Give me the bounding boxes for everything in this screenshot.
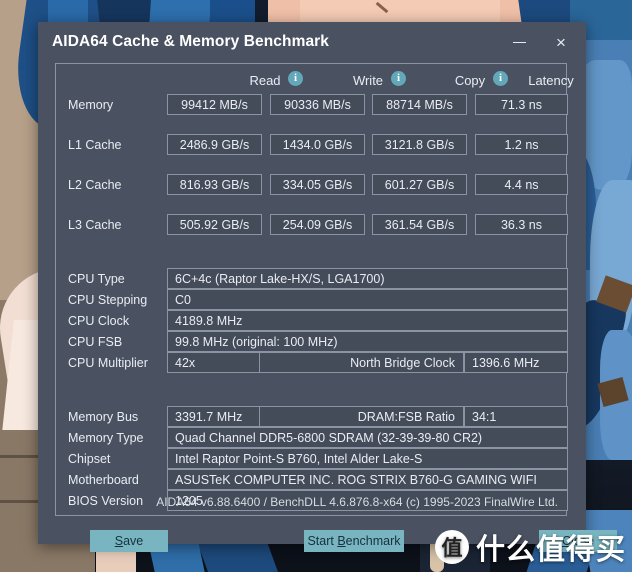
motherboard-value: ASUSTeK COMPUTER INC. ROG STRIX B760-G G… (167, 469, 568, 490)
cpu-type-value: 6C+4c (Raptor Lake-HX/S, LGA1700) (167, 268, 568, 289)
l2-copy-value: 601.27 GB/s (372, 174, 467, 195)
benchmark-panel: Read i Write i Copy i Latency Memory 994… (55, 63, 574, 516)
window-titlebar[interactable]: AIDA64 Cache & Memory Benchmark × (38, 22, 586, 62)
row-label-l1-cache: L1 Cache (68, 138, 122, 152)
cpu-stepping-value: C0 (167, 289, 568, 310)
memory-write-value: 90336 MB/s (270, 94, 365, 115)
l3-copy-value: 361.54 GB/s (372, 214, 467, 235)
row-label-l3-cache: L3 Cache (68, 218, 122, 232)
chipset-value: Intel Raptor Point-S B760, Intel Alder L… (167, 448, 568, 469)
cpu-clock-value: 4189.8 MHz (167, 310, 568, 331)
window-title: AIDA64 Cache & Memory Benchmark (52, 33, 330, 50)
cpu-type-label: CPU Type (68, 272, 125, 286)
l3-read-value: 505.92 GB/s (167, 214, 262, 235)
l1-write-value: 1434.0 GB/s (270, 134, 365, 155)
close-icon: × (556, 32, 566, 52)
north-bridge-clock-value: 1396.6 MHz (464, 352, 568, 373)
column-header-read: Read (249, 73, 281, 88)
column-header-write: Write (352, 73, 384, 88)
desktop: AIDA64 Cache & Memory Benchmark × Read i… (0, 0, 632, 572)
l3-write-value: 254.09 GB/s (270, 214, 365, 235)
memory-bus-value: 3391.7 MHz (167, 406, 260, 427)
dram-fsb-ratio-value: 34:1 (464, 406, 568, 427)
l1-read-value: 2486.9 GB/s (167, 134, 262, 155)
memory-copy-value: 88714 MB/s (372, 94, 467, 115)
dram-fsb-ratio-label: DRAM:FSB Ratio (260, 406, 464, 427)
column-header-copy: Copy (454, 73, 486, 88)
write-info-icon[interactable]: i (391, 71, 406, 86)
l2-read-value: 816.93 GB/s (167, 174, 262, 195)
start-benchmark-button[interactable]: Start Benchmark (304, 530, 404, 552)
row-label-l2-cache: L2 Cache (68, 178, 122, 192)
motherboard-label: Motherboard (68, 473, 139, 487)
l2-latency-value: 4.4 ns (475, 174, 568, 195)
l1-copy-value: 3121.8 GB/s (372, 134, 467, 155)
cpu-stepping-label: CPU Stepping (68, 293, 148, 307)
north-bridge-clock-label: North Bridge Clock (260, 352, 464, 373)
cpu-fsb-label: CPU FSB (68, 335, 123, 349)
memory-read-value: 99412 MB/s (167, 94, 262, 115)
watermark-logo-icon: 值 (434, 530, 469, 564)
save-button[interactable]: Save (90, 530, 168, 552)
watermark-text: 什么值得买 (475, 532, 626, 566)
close-window-button[interactable]: × (540, 22, 582, 62)
save-button-label: Save (114, 534, 144, 548)
l1-latency-value: 1.2 ns (475, 134, 568, 155)
version-copyright-text: AIDA64 v6.88.6400 / BenchDLL 4.6.876.8-x… (156, 494, 558, 509)
l2-write-value: 334.05 GB/s (270, 174, 365, 195)
memory-type-label: Memory Type (68, 431, 144, 445)
read-info-icon[interactable]: i (288, 71, 303, 86)
cpu-multiplier-value: 42x (167, 352, 260, 373)
chipset-label: Chipset (68, 452, 111, 466)
memory-latency-value: 71.3 ns (475, 94, 568, 115)
watermark: 值 什么值得买 (434, 526, 626, 568)
cpu-clock-label: CPU Clock (68, 314, 130, 328)
memory-type-value: Quad Channel DDR5-6800 SDRAM (32-39-39-8… (167, 427, 568, 448)
aida64-benchmark-window: AIDA64 Cache & Memory Benchmark × Read i… (38, 22, 617, 552)
cpu-multiplier-label: CPU Multiplier (68, 356, 148, 370)
column-header-latency: Latency (528, 73, 574, 88)
cpu-fsb-value: 99.8 MHz (original: 100 MHz) (167, 331, 568, 352)
minimize-button[interactable] (498, 22, 540, 62)
memory-bus-label: Memory Bus (68, 410, 139, 424)
start-benchmark-button-label: Start Benchmark (307, 534, 401, 548)
l3-latency-value: 36.3 ns (475, 214, 568, 235)
row-label-memory: Memory (68, 98, 114, 112)
minimize-icon (512, 41, 526, 43)
